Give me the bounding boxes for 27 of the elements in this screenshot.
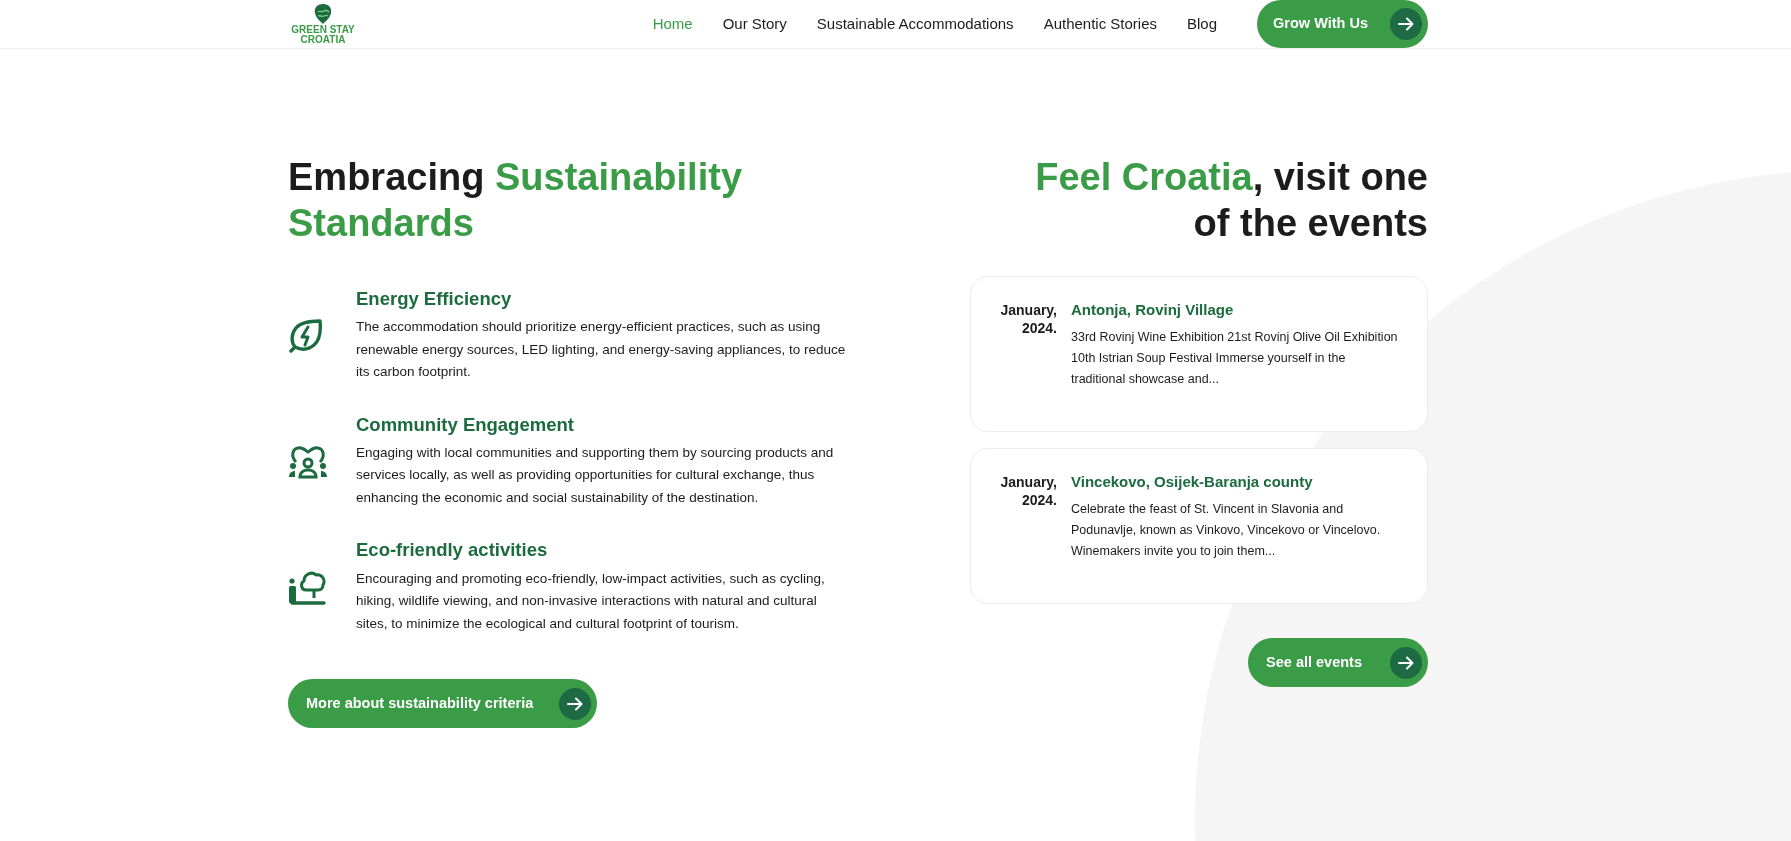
event-title: Vincekovo, Osijek-Baranja county [1071, 473, 1314, 491]
section-heading: Feel Croatia, visit one of the events [1034, 155, 1428, 246]
logo-icon [312, 3, 334, 25]
section-heading: Embracing Sustainability Standards [288, 155, 743, 246]
people-icon [288, 444, 328, 479]
event-description: 33rd Rovinj Wine Exhibition 21st Rovinj Olive Oil Exhibition 10th Istrian Soup Festival Immerse yourself in the traditional showcase and... [1071, 329, 1399, 388]
feature-description: The accommodation should prioritize energy-efficient practices, such as using renewable energy sources, LED lighting, and energy-saving appliances, to reduce its carbon footprint. [356, 318, 847, 382]
logo-text: CROATIA [300, 35, 346, 45]
feature-description: Engaging with local communities and supporting them by sourcing products and services locally, as well as providing opportunities for cultural exchange, thus enhancing the economic and social sustainability of the destination. [356, 443, 835, 507]
feature-title: Eco-friendly activities [356, 539, 549, 562]
feature-title: Energy Efficiency [356, 288, 513, 311]
event-title: Antonja, Rovinj Village [1071, 301, 1235, 319]
feature-title: Community Engagement [356, 413, 575, 436]
event-card[interactable]: January, 2024. Antonja, Rovinj Village 33rd Rovinj Wine Exhibition 21st Rovinj Olive Oil Exhibition 10th Istrian Soup Festival Immerse yourself in the traditional showcase and... [970, 276, 1428, 432]
nav-link[interactable]: Authentic Stories [1043, 12, 1158, 36]
leaf-bolt-icon [288, 317, 324, 354]
nav-link[interactable]: Our Story [722, 12, 787, 36]
event-date: January, [999, 473, 1057, 491]
event-date: January, [999, 301, 1057, 319]
event-date: 2024. [1020, 319, 1057, 337]
event-card[interactable]: January, 2024. Vincekovo, Osijek-Baranja county Celebrate the feast of St. Vincent in Slavonia and Podunavlje, known as Vinkovo, Vincekovo or Vincelovo. Winemakers invite you to join them... [970, 448, 1428, 604]
nav-link[interactable]: Blog [1187, 12, 1218, 36]
logo-text: GREEN STAY [291, 25, 355, 35]
event-description: Celebrate the feast of St. Vincent in Slavonia and Podunavlje, known as Vinkovo, Vincekovo or Vincelovo. Winemakers invite you to join them... [1071, 501, 1382, 560]
event-date: 2024. [1020, 491, 1057, 509]
feature-description: Encouraging and promoting eco-friendly, low-impact activities, such as cycling, hiking, wildlife viewing, and non-invasive interactions with natural and cultural sites, to minimize the ecological and cultural footprint of tourism. [356, 569, 826, 633]
nav-link[interactable]: Sustainable Accommodations [816, 12, 1014, 36]
